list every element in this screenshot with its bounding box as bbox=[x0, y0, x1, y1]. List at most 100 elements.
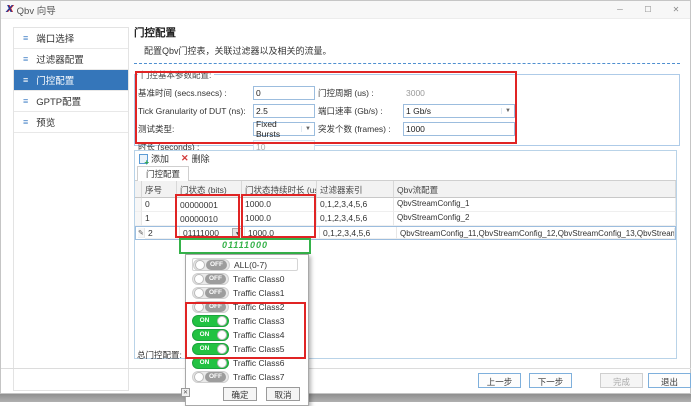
traffic-class-toggle-row[interactable]: ON Traffic Class5 bbox=[192, 342, 308, 355]
traffic-class-toggle-row[interactable]: OFF Traffic Class1 bbox=[192, 286, 308, 299]
table-header-filter: 过滤器索引 bbox=[317, 181, 394, 198]
window-titlebar: X Qbv 向导 ─ ☐ ✕ bbox=[1, 1, 690, 19]
toggle-switch[interactable]: ON bbox=[192, 343, 229, 355]
toggle-switch[interactable]: OFF bbox=[192, 287, 229, 299]
toggle-state-label: ON bbox=[193, 344, 216, 354]
cell-gate-state[interactable]: 00000010 ▼ bbox=[177, 212, 242, 226]
exit-button[interactable]: 退出 bbox=[648, 373, 691, 388]
cycle-value: 3000 bbox=[403, 88, 515, 98]
window-title: Qbv 向导 bbox=[17, 3, 56, 17]
base-time-label: 基准时间 (secs.nsecs) : bbox=[138, 87, 250, 99]
traffic-class-label: Traffic Class0 bbox=[233, 274, 285, 284]
prev-step-button[interactable]: 上一步 bbox=[478, 373, 521, 388]
row-edit-marker bbox=[135, 198, 142, 212]
traffic-class-toggle-row[interactable]: OFF Traffic Class0 bbox=[192, 272, 308, 285]
traffic-class-toggle-row[interactable]: ON Traffic Class3 bbox=[192, 314, 308, 327]
popup-close-icon[interactable]: ✕ bbox=[181, 388, 190, 397]
close-button[interactable]: ✕ bbox=[662, 1, 690, 19]
delete-button[interactable]: ✕ 删除 bbox=[181, 152, 210, 165]
wizard-step-sidebar: ≡ 端口选择 ≡ 过滤器配置 ≡ 门控配置 ≡ GPTP配置 ≡ 预览 bbox=[13, 27, 129, 391]
table-row[interactable]: 0 00000001 ▼ 1000.0 0,1,2,3,4,5,6 QbvStr… bbox=[135, 198, 676, 212]
app-logo-icon: X bbox=[6, 4, 13, 15]
sidebar-item[interactable]: ≡ 门控配置 bbox=[14, 70, 128, 91]
table-header-duration: 门状态持续时长 (us.ns) bbox=[242, 181, 317, 198]
cell-filter-index[interactable]: 0,1,2,3,4,5,6 bbox=[317, 198, 394, 212]
list-icon: ≡ bbox=[23, 33, 28, 43]
ok-button[interactable]: 确定 bbox=[223, 387, 257, 401]
cell-stream-config[interactable]: QbvStreamConfig_1 bbox=[394, 198, 676, 212]
toggle-switch[interactable]: ON bbox=[192, 329, 229, 341]
cell-no[interactable]: 0 bbox=[142, 198, 177, 212]
cell-filter-index[interactable]: 0,1,2,3,4,5,6 bbox=[320, 227, 397, 239]
add-button-label: 添加 bbox=[151, 152, 169, 165]
cancel-button[interactable]: 取消 bbox=[266, 387, 300, 401]
cell-no[interactable]: 2 bbox=[145, 227, 180, 239]
cell-duration[interactable]: 1000.0 bbox=[242, 212, 317, 226]
footer-divider bbox=[1, 368, 691, 369]
toggle-switch[interactable]: ON bbox=[192, 315, 229, 327]
sidebar-item[interactable]: ≡ GPTP配置 bbox=[14, 91, 128, 112]
traffic-class-toggle-row[interactable]: ON Traffic Class6 bbox=[192, 356, 308, 369]
table-row[interactable]: 1 00000010 ▼ 1000.0 0,1,2,3,4,5,6 QbvStr… bbox=[135, 212, 676, 226]
gate-state-value: 00000010 bbox=[180, 214, 218, 224]
traffic-class-toggle-row[interactable]: ON Traffic Class4 bbox=[192, 328, 308, 341]
toggle-switch[interactable]: OFF bbox=[192, 301, 229, 313]
base-time-input[interactable] bbox=[253, 86, 315, 100]
chevron-down-icon: ▼ bbox=[301, 126, 314, 132]
test-type-select[interactable]: Fixed Bursts ▼ bbox=[253, 122, 315, 136]
toggle-switch[interactable]: OFF bbox=[193, 259, 230, 271]
cell-stream-config[interactable]: QbvStreamConfig_2 bbox=[394, 212, 676, 226]
sidebar-item[interactable]: ≡ 过滤器配置 bbox=[14, 49, 128, 70]
cell-gate-state[interactable]: 00000001 ▼ bbox=[177, 198, 242, 212]
traffic-class-toggle-row[interactable]: OFF ALL(0-7) bbox=[192, 258, 298, 271]
sidebar-item[interactable]: ≡ 端口选择 bbox=[14, 28, 128, 49]
add-icon bbox=[139, 154, 148, 164]
page-title: 门控配置 bbox=[134, 25, 680, 40]
toggle-state-label: OFF bbox=[205, 372, 226, 382]
tab-gate-config[interactable]: 门控配置 bbox=[137, 166, 189, 181]
traffic-class-label: Traffic Class2 bbox=[233, 302, 285, 312]
toggle-state-label: OFF bbox=[205, 274, 226, 284]
table-header-stream: Qbv流配置 bbox=[394, 181, 676, 198]
minimize-button[interactable]: ─ bbox=[606, 1, 634, 19]
sidebar-item-label: 预览 bbox=[36, 115, 55, 129]
toggle-knob-icon bbox=[194, 274, 204, 284]
add-button[interactable]: 添加 bbox=[139, 152, 169, 165]
toggle-switch[interactable]: ON bbox=[192, 357, 229, 369]
toggle-knob-icon bbox=[194, 302, 204, 312]
finish-button[interactable]: 完成 bbox=[600, 373, 643, 388]
traffic-class-label: Traffic Class4 bbox=[233, 330, 285, 340]
traffic-class-label: Traffic Class6 bbox=[233, 358, 285, 368]
toggle-switch[interactable]: OFF bbox=[192, 273, 229, 285]
port-rate-select[interactable]: 1 Gb/s ▼ bbox=[403, 104, 515, 118]
sidebar-item-label: GPTP配置 bbox=[36, 94, 81, 108]
dashed-divider bbox=[134, 63, 680, 64]
basic-params-form: 基准时间 (secs.nsecs) : 门控周期 (us) : 3000 Tic… bbox=[138, 86, 679, 154]
table-header-state: 门状态 (bits) bbox=[177, 181, 242, 198]
traffic-class-label: ALL(0-7) bbox=[234, 260, 267, 270]
next-step-button[interactable]: 下一步 bbox=[529, 373, 572, 388]
cell-duration[interactable]: 1000.0 bbox=[242, 198, 317, 212]
cell-filter-index[interactable]: 0,1,2,3,4,5,6 bbox=[317, 212, 394, 226]
sidebar-item[interactable]: ≡ 预览 bbox=[14, 112, 128, 133]
sidebar-item-label: 端口选择 bbox=[36, 31, 74, 45]
toggle-knob-icon bbox=[195, 260, 205, 270]
cell-no[interactable]: 1 bbox=[142, 212, 177, 226]
maximize-button[interactable]: ☐ bbox=[634, 1, 662, 19]
tick-granularity-label: Tick Granularity of DUT (ns): bbox=[138, 106, 250, 116]
basic-params-group: 门控基本参数配置: 基准时间 (secs.nsecs) : 门控周期 (us) … bbox=[134, 74, 680, 146]
table-tab-strip: 门控配置 bbox=[135, 166, 676, 181]
toggle-state-label: OFF bbox=[206, 260, 227, 270]
traffic-class-toggle-row[interactable]: OFF Traffic Class2 bbox=[192, 300, 308, 313]
list-icon: ≡ bbox=[23, 75, 28, 85]
state-dropdown-button[interactable]: ▼ bbox=[232, 228, 243, 239]
burst-count-input[interactable] bbox=[403, 122, 515, 136]
table-toolbar: 添加 ✕ 删除 bbox=[135, 151, 676, 166]
toggle-knob-icon bbox=[217, 330, 227, 340]
test-type-label: 测试类型: bbox=[138, 123, 250, 135]
tick-granularity-input[interactable] bbox=[253, 104, 315, 118]
toggle-switch[interactable]: OFF bbox=[192, 371, 229, 383]
traffic-class-toggle-row[interactable]: OFF Traffic Class7 bbox=[192, 370, 308, 383]
cell-stream-config[interactable]: QbvStreamConfig_11,QbvStreamConfig_12,Qb… bbox=[397, 228, 675, 239]
traffic-class-label: Traffic Class1 bbox=[233, 288, 285, 298]
